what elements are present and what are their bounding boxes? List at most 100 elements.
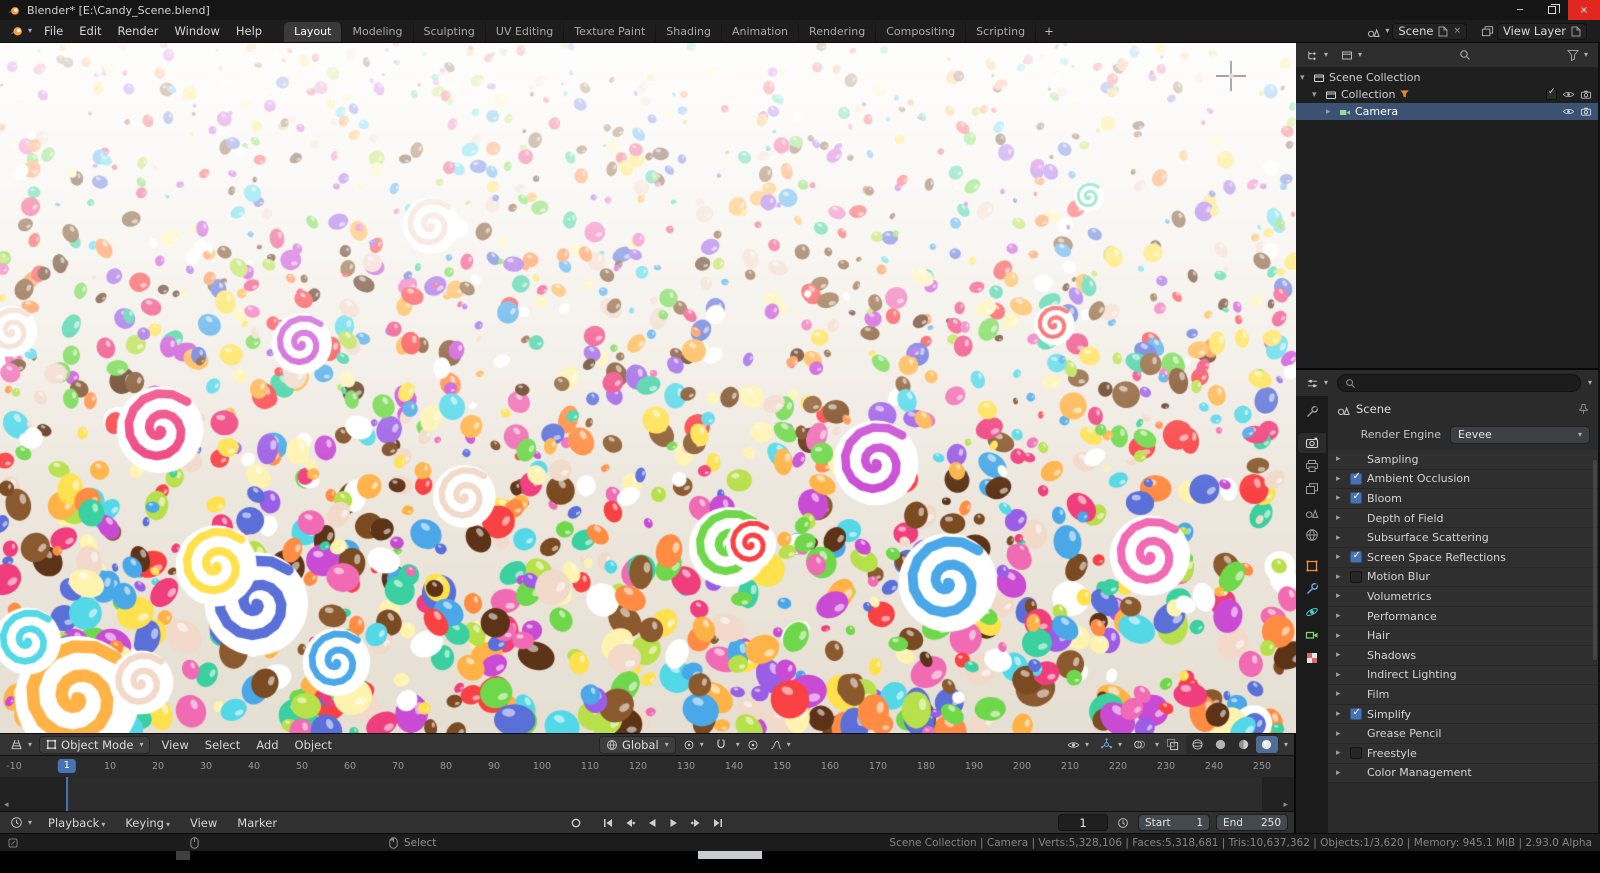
playhead-line[interactable] [65,777,68,811]
frame-field[interactable]: 1 [1058,814,1108,831]
start-field[interactable]: Start 1 [1138,814,1210,831]
play-reverse-button[interactable] [643,815,661,831]
properties-section[interactable]: ▸ Hair [1328,626,1598,646]
proportional-editing-toggle[interactable] [743,738,763,752]
overlays-toggle[interactable] [1129,737,1150,752]
properties-section[interactable]: ▸ Grease Pencil [1328,724,1598,744]
outliner-editor-button[interactable]: ▾ [1302,48,1332,63]
timeline-editor-button[interactable]: ▾ [6,815,36,830]
xray-toggle[interactable] [1162,737,1183,752]
section-checkbox[interactable] [1350,747,1362,760]
shading-wireframe-button[interactable] [1187,736,1209,753]
menu-item[interactable]: Edit [71,22,109,40]
scene-name-field[interactable]: Scene × [1392,22,1467,40]
disclosure-arrow[interactable]: ▸ [1336,670,1345,680]
view-layer-selector[interactable]: View Layer [1477,22,1591,41]
tab-scene-properties[interactable] [1298,502,1326,522]
properties-section[interactable]: ▸ Film [1328,685,1598,705]
timeline-scroll-left-icon[interactable]: ◂ [4,800,9,810]
scene-selector[interactable]: ▾ Scene × [1363,22,1471,41]
overlays-dropdown[interactable]: ▾ [1155,740,1159,749]
workspace-tab[interactable]: Animation [722,22,800,42]
visibility-dropdown[interactable]: ▾ [1063,738,1093,752]
end-field[interactable]: End 250 [1216,814,1288,831]
properties-section[interactable]: ▸ Simplify [1328,704,1598,725]
keying-menu[interactable]: Keying ▾ [117,814,178,832]
search-icon[interactable] [1459,49,1471,61]
section-checkbox[interactable] [1350,550,1362,564]
tab-object-properties[interactable] [1298,556,1326,576]
disclosure-arrow[interactable]: ▸ [1336,611,1345,621]
play-button[interactable] [665,815,683,831]
disclosure-arrow[interactable]: ▸ [1336,768,1345,778]
properties-filter-dropdown[interactable]: ▾ [1588,379,1592,387]
maximize-button[interactable] [1536,0,1568,20]
current-frame-badge[interactable]: 1 [57,759,76,773]
render-visibility-camera-icon[interactable] [1580,106,1592,117]
prev-keyframe-button[interactable] [621,815,639,831]
snap-dropdown[interactable]: ▾ [736,740,740,749]
timeline-scroll-right-icon[interactable]: ▸ [1283,800,1288,810]
pin-icon[interactable] [1578,403,1589,415]
outliner-row-scene-collection[interactable]: ▾ Scene Collection [1296,69,1598,86]
new-scene-icon[interactable] [1438,26,1448,37]
outliner-row-camera[interactable]: ▸ Camera [1296,103,1598,120]
properties-section[interactable]: ▸ Color Management [1328,763,1598,784]
menu-item[interactable]: File [36,22,71,40]
disclosure-arrow[interactable]: ▸ [1336,709,1345,719]
playback-menu[interactable]: Playback ▾ [40,814,113,832]
properties-section[interactable]: ▸ Performance [1328,606,1598,627]
properties-section[interactable]: ▸ Bloom [1328,489,1598,509]
tab-output-properties[interactable] [1298,456,1326,476]
timeline-track[interactable]: ◂ ▸ [0,777,1294,811]
outliner-display-mode-button[interactable]: ▾ [1337,48,1366,62]
workspace-tab[interactable]: UV Editing [486,22,565,42]
viewport-canvas[interactable] [0,43,1296,733]
disclosure-arrow[interactable]: ▸ [1336,748,1345,758]
menu-item[interactable]: Help [228,22,270,40]
shading-material-button[interactable] [1233,736,1255,753]
navigation-gizmo[interactable] [1214,59,1248,93]
viewport-menu-item[interactable]: Add [248,736,286,754]
properties-section[interactable]: ▸ Subsurface Scattering [1328,528,1598,548]
tab-render-properties[interactable] [1298,433,1326,453]
copy-view-layer-icon[interactable] [1571,26,1581,37]
blender-menu-button[interactable]: ▾ [5,23,36,39]
properties-section[interactable]: ▸ Sampling [1328,450,1598,470]
workspace-tab[interactable]: Sculpting [414,22,486,42]
tab-texture-properties[interactable] [1298,648,1326,668]
disclosure-arrow[interactable]: ▸ [1336,474,1345,484]
viewport-menu-item[interactable]: Object [287,736,340,754]
disclosure-arrow[interactable]: ▾ [1300,73,1309,83]
tab-world-properties[interactable] [1298,525,1326,545]
tab-object-data-properties[interactable] [1298,625,1326,645]
gizmo-toggle[interactable]: ▾ [1096,737,1126,752]
menu-item[interactable]: Render [110,22,167,40]
jump-to-end-button[interactable] [709,815,727,831]
properties-editor-button[interactable]: ▾ [1302,376,1332,391]
unlink-scene-icon[interactable]: × [1453,26,1461,36]
falloff-dropdown[interactable]: ▾ [766,738,795,752]
autokey-toggle[interactable] [567,815,585,831]
properties-scrollbar[interactable] [1593,460,1597,660]
add-workspace-button[interactable]: + [1036,22,1062,40]
timeline-ruler[interactable]: 1 -10 10 20 30 40 50 60 70 80 90 100 110 120 130 140 15… [0,755,1294,777]
disclosure-arrow[interactable]: ▸ [1336,533,1345,543]
tab-physics-properties[interactable] [1298,602,1326,622]
exclude-checkbox[interactable] [1546,87,1557,100]
view-menu[interactable]: View [182,814,225,832]
preview-range-toggle[interactable] [1114,815,1132,831]
workspace-tab[interactable]: Compositing [876,22,967,42]
hide-eye-icon[interactable] [1562,89,1575,100]
viewport-menu-item[interactable]: Select [197,736,248,754]
disclosure-arrow[interactable]: ▸ [1326,107,1335,117]
disclosure-arrow[interactable]: ▸ [1336,650,1345,660]
disclosure-arrow[interactable]: ▾ [1312,90,1321,100]
properties-section[interactable]: ▸ Ambient Occlusion [1328,469,1598,490]
outliner-row-collection[interactable]: ▾ Collection [1296,86,1598,103]
section-checkbox[interactable] [1350,707,1362,721]
jump-to-start-button[interactable] [599,815,617,831]
properties-search-input[interactable] [1337,374,1581,392]
viewport[interactable] [0,43,1296,733]
next-keyframe-button[interactable] [687,815,705,831]
